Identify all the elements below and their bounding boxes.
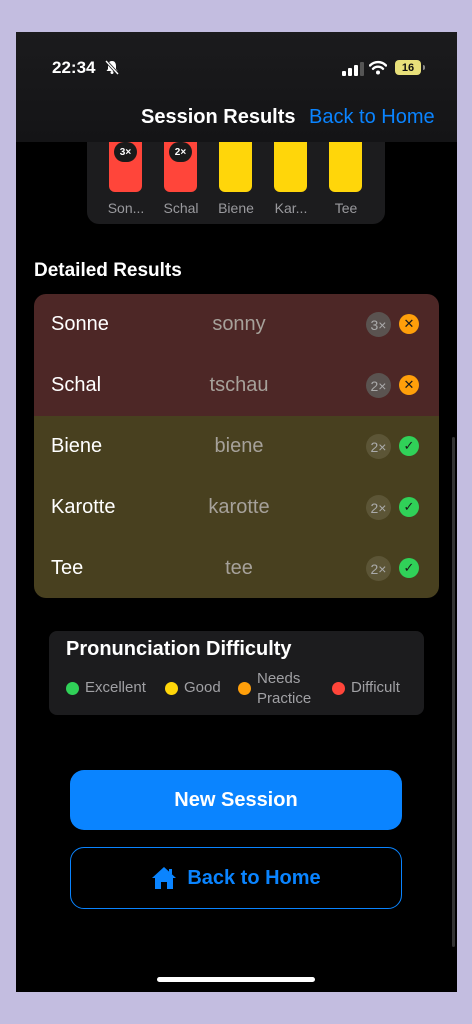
back-to-home-link[interactable]: Back to Home (309, 106, 435, 129)
heard-word: karotte (208, 496, 270, 518)
phone-screen: 22:34 16 Session Results Back to Home 3×… (16, 32, 457, 992)
legend-item-excellent: Excellent (66, 678, 146, 698)
wifi-icon (369, 60, 387, 75)
detailed-results-title: Detailed Results (34, 260, 182, 281)
result-row[interactable]: Biene biene 2× ✓ (34, 416, 439, 477)
back-to-home-button[interactable]: Back to Home (70, 847, 402, 909)
green-dot-icon (66, 682, 79, 695)
red-dot-icon (332, 682, 345, 695)
house-icon (152, 867, 177, 889)
mini-bar-label: Biene (218, 200, 254, 216)
mini-bar-label: Kar... (274, 200, 308, 216)
legend-label-line: Needs (257, 670, 301, 687)
mini-bar-label: Schal (163, 200, 199, 216)
attempt-count-badge: 2× (366, 495, 391, 520)
results-list: Sonne sonny 3× ✕ Schal tschau 2× ✕ Biene biene 2× ✓… (34, 294, 439, 598)
target-word: Tee (51, 557, 84, 579)
target-word: Schal (51, 374, 102, 396)
status-time: 22:34 (52, 58, 96, 77)
legend-item-good: Good (165, 678, 221, 698)
legend-item-difficult: Difficult (332, 678, 400, 698)
attempt-count-badge: 2× (366, 373, 391, 398)
heard-word: tschau (209, 374, 269, 396)
result-row[interactable]: Tee tee 2× ✓ (34, 538, 439, 598)
legend-label: Excellent (85, 679, 146, 696)
result-row[interactable]: Sonne sonny 3× ✕ (34, 294, 439, 355)
attempt-count-badge: 2× (169, 142, 192, 162)
yellow-dot-icon (165, 682, 178, 695)
legend-label: Needs Practice (257, 669, 311, 709)
navigation-bar: 22:34 16 Session Results Back to Home (16, 32, 457, 142)
result-row[interactable]: Schal tschau 2× ✕ (34, 355, 439, 416)
mini-bar[interactable]: 3× (109, 142, 142, 192)
mini-bar[interactable] (274, 142, 307, 192)
target-word: Biene (51, 435, 103, 457)
heard-word: biene (214, 435, 264, 457)
heard-word: tee (225, 557, 253, 579)
page-title: Session Results (141, 106, 296, 128)
mini-bar[interactable]: 2× (164, 142, 197, 192)
bell-slash-icon (104, 59, 120, 75)
legend-item-needs-practice: Needs Practice (238, 669, 311, 709)
legend-label: Good (184, 679, 221, 696)
home-indicator[interactable] (157, 977, 315, 982)
target-word: Karotte (51, 496, 116, 518)
legend-title: Pronunciation Difficulty (66, 638, 292, 660)
checkmark-icon: ✓ (399, 436, 419, 456)
back-to-home-label: Back to Home (187, 866, 321, 889)
legend-label-line: Practice (257, 690, 312, 707)
battery-icon: 16 (395, 60, 425, 75)
mini-results-chart: 3× Son... 2× Schal Biene Kar... Tee (87, 142, 385, 224)
mini-bar[interactable] (219, 142, 252, 192)
new-session-button[interactable]: New Session (70, 770, 402, 830)
mini-bar-label: Tee (334, 200, 358, 216)
result-row[interactable]: Karotte karotte 2× ✓ (34, 477, 439, 538)
legend-label: Difficult (351, 679, 400, 696)
difficulty-legend: Pronunciation Difficulty Excellent Good … (49, 631, 424, 715)
attempt-count-badge: 2× (366, 556, 391, 581)
mini-bar-label: Son... (107, 200, 145, 216)
attempt-count-badge: 2× (366, 434, 391, 459)
scroll-indicator[interactable] (452, 437, 455, 947)
heard-word: sonny (212, 313, 266, 335)
checkmark-icon: ✓ (399, 558, 419, 578)
attempt-count-badge: 3× (366, 312, 391, 337)
orange-dot-icon (238, 682, 251, 695)
attempt-count-badge: 3× (114, 142, 137, 162)
x-mark-icon: ✕ (399, 314, 419, 334)
x-mark-icon: ✕ (399, 375, 419, 395)
target-word: Sonne (51, 313, 109, 335)
signal-icon (342, 62, 364, 76)
checkmark-icon: ✓ (399, 497, 419, 517)
mini-bar[interactable] (329, 142, 362, 192)
